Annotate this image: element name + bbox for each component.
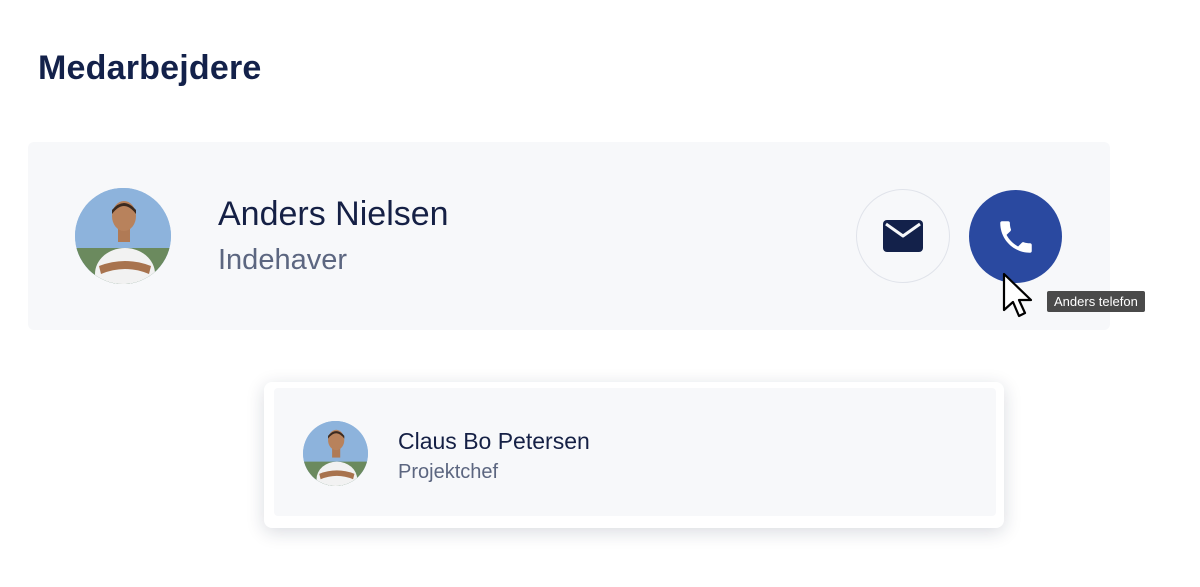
avatar-photo	[75, 188, 171, 284]
phone-icon	[999, 220, 1032, 253]
mouse-cursor-icon	[1002, 272, 1033, 318]
employee-card-anders: Anders Nielsen Indehaver	[28, 142, 1110, 330]
phone-button[interactable]	[969, 190, 1062, 283]
page-title: Medarbejdere	[38, 49, 262, 87]
employee-card-inner: Claus Bo Petersen Projektchef	[274, 388, 996, 516]
email-button[interactable]	[856, 189, 950, 283]
employee-role: Projektchef	[398, 461, 499, 483]
avatar-photo	[303, 421, 368, 486]
phone-tooltip: Anders telefon	[1047, 291, 1145, 312]
avatar	[303, 421, 368, 486]
employee-name: Claus Bo Petersen	[398, 428, 590, 454]
employee-role: Indehaver	[218, 244, 347, 276]
envelope-icon	[883, 220, 923, 252]
avatar	[75, 188, 171, 284]
employee-name: Anders Nielsen	[218, 195, 449, 233]
employee-card-claus: Claus Bo Petersen Projektchef	[264, 382, 1004, 528]
